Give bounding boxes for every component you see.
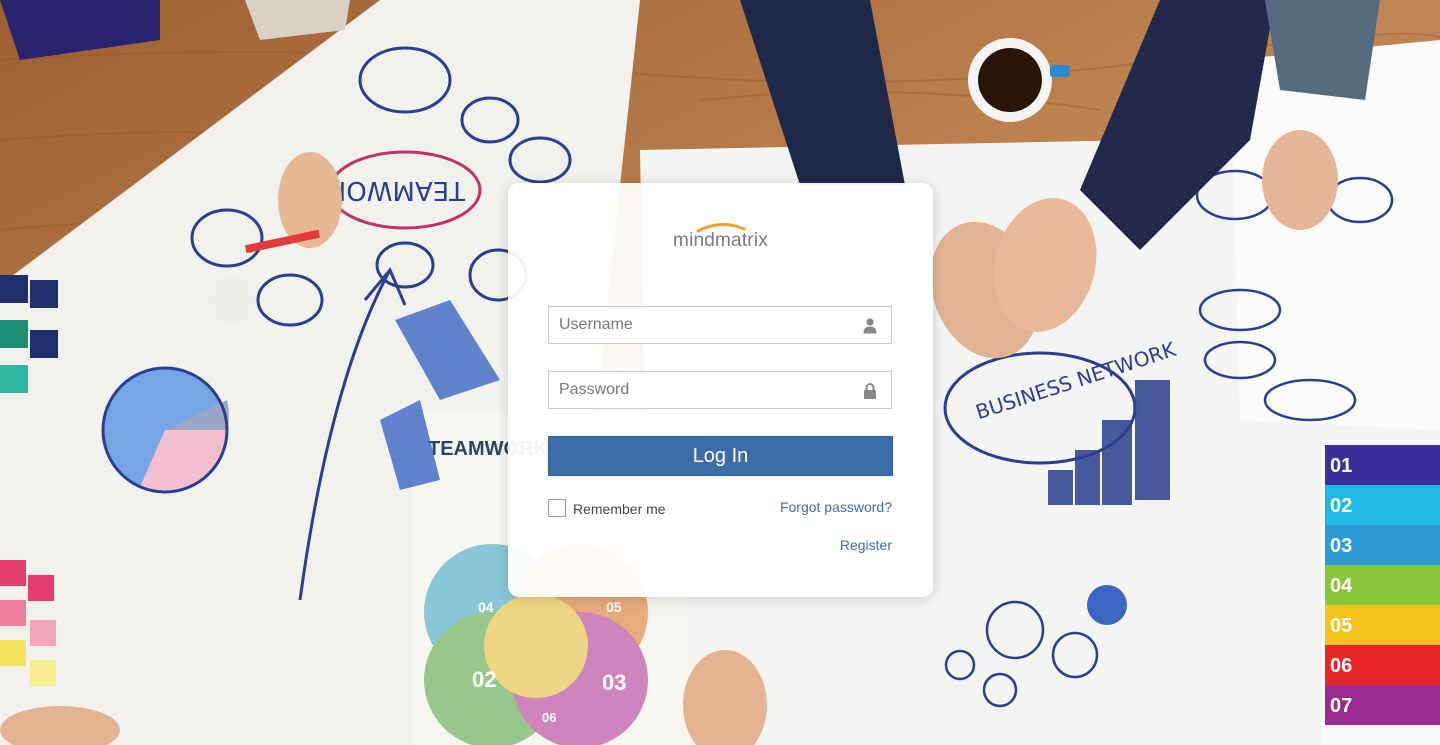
lock-icon [864,383,876,399]
strip-label-02: 02 [1330,495,1352,517]
venn-label-02: 02 [472,667,496,692]
venn-label-03: 03 [602,670,626,695]
user-icon [863,318,877,334]
venn-label-04: 04 [478,599,494,615]
venn-label-05: 05 [606,599,622,615]
logo-arc-icon [696,223,746,233]
venn-label-06: 06 [542,710,556,725]
password-input[interactable] [549,372,859,408]
login-card: mindmatrix Log In Remember me Forgot pas… [508,183,933,597]
strip-label-07: 07 [1330,695,1352,717]
strip-label-06: 06 [1330,655,1352,677]
login-button[interactable]: Log In [548,436,893,476]
strip-label-03: 03 [1330,535,1352,557]
register-link[interactable]: Register [840,537,892,553]
strip-label-01: 01 [1330,455,1352,477]
username-field [548,306,892,344]
remember-me-checkbox[interactable] [548,499,566,517]
password-field [548,371,892,409]
strip-label-05: 05 [1330,615,1352,637]
username-input[interactable] [549,307,859,343]
strip-label-04: 04 [1330,575,1353,597]
forgot-password-link[interactable]: Forgot password? [780,499,892,515]
remember-me-label: Remember me [573,501,666,517]
brand-name: mindmatrix [673,230,768,251]
brand-logo: mindmatrix [508,223,933,252]
